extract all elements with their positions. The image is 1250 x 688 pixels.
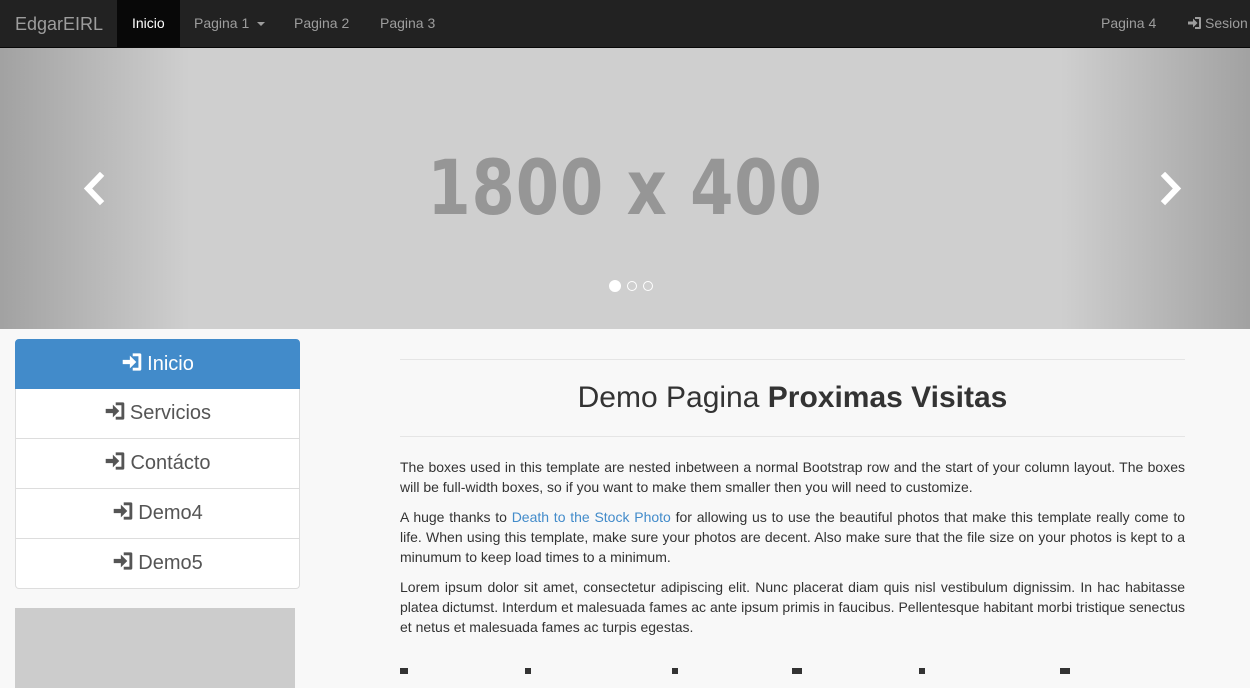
clipped-heading-tops [400, 668, 1070, 674]
login-icon [113, 502, 133, 520]
login-icon [1188, 17, 1201, 29]
nav-item-inicio[interactable]: Inicio [117, 0, 180, 48]
nav-item-pagina-3[interactable]: Pagina 3 [365, 0, 450, 48]
nav-item-label: Pagina 2 [294, 15, 350, 31]
carousel-indicator-3[interactable] [643, 281, 653, 291]
login-icon [106, 452, 125, 470]
nav-item-pagina-2[interactable]: Pagina 2 [279, 0, 364, 48]
next-section-heading-clipped [400, 660, 1185, 674]
nav-item-sesion[interactable]: Sesion [1172, 0, 1250, 48]
main-content: Demo Pagina Proximas Visitas The boxes u… [400, 359, 1185, 647]
nav-item-label: Pagina 4 [1101, 15, 1157, 31]
page-title: Demo Pagina Proximas Visitas [400, 380, 1185, 416]
sidebar-item-label: Inicio [147, 353, 194, 375]
nav-item-pagina-4[interactable]: Pagina 4 [1086, 0, 1171, 48]
page-title-bold: Proximas Visitas [767, 381, 1008, 414]
nav-item-label: Inicio [132, 15, 165, 31]
caret-down-icon [257, 22, 266, 27]
page-title-plain: Demo Pagina [577, 381, 760, 414]
chevron-right-icon[interactable] [1155, 172, 1185, 206]
sidebar-item-label: Servicios [129, 402, 212, 424]
brand-logo[interactable]: EdgarEIRL [15, 0, 103, 48]
login-icon [105, 402, 125, 420]
sidebar-item-demo4[interactable]: Demo4 [15, 489, 300, 539]
paragraph-text: A huge thanks to [400, 509, 507, 525]
chevron-left-icon[interactable] [80, 172, 110, 206]
login-icon [122, 353, 142, 371]
sidebar-item-contacto[interactable]: Contácto [15, 439, 300, 489]
death-to-stock-photo-link[interactable]: Death to the Stock Photo [512, 509, 671, 525]
divider [400, 359, 1185, 360]
carousel-indicator-1[interactable] [609, 280, 621, 292]
paragraph-lorem: Lorem ipsum dolor sit amet, consectetur … [400, 579, 1185, 635]
sidebar-item-servicios[interactable]: Servicios [15, 389, 300, 439]
sidebar-image-placeholder [15, 608, 295, 688]
nav-item-label: Pagina 1 [194, 15, 250, 31]
login-icon [113, 552, 133, 570]
nav-item-pagina-1[interactable]: Pagina 1 [179, 0, 280, 48]
nav-item-label: Pagina 3 [380, 15, 436, 31]
divider [400, 436, 1185, 437]
sidebar-item-label: Demo5 [138, 552, 203, 574]
sidebar-item-label: Contácto [130, 452, 211, 474]
paragraph-thanks: A huge thanks to Death to the Stock Phot… [400, 507, 1185, 567]
top-navbar: EdgarEIRL Inicio Pagina 1 Pagina 2 Pagin… [0, 0, 1250, 48]
carousel-placeholder-text: 1800 x 400 [427, 143, 823, 232]
nav-item-label: Sesion [1205, 15, 1248, 31]
sidebar-menu: Inicio Servicios Contácto Demo4 Demo5 [15, 339, 300, 589]
sidebar-item-label: Demo4 [138, 502, 203, 524]
sidebar-item-demo5[interactable]: Demo5 [15, 539, 300, 589]
carousel-indicator-2[interactable] [627, 281, 637, 291]
paragraph-boxes: The boxes used in this template are nest… [400, 459, 1185, 495]
sidebar-item-inicio[interactable]: Inicio [15, 339, 300, 389]
hero-carousel: 1800 x 400 [0, 48, 1250, 329]
